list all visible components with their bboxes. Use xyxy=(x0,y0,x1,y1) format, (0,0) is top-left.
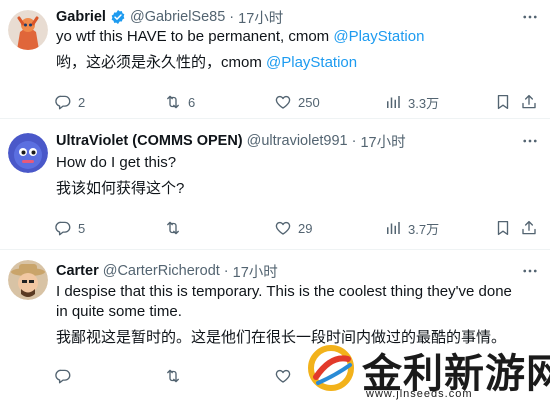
user-handle[interactable]: @ultraviolet991 xyxy=(247,133,348,149)
like-icon xyxy=(274,93,292,111)
like-icon xyxy=(274,367,292,385)
tweet-header: Carter @CarterRicherodt · 17小时 xyxy=(56,261,278,281)
avatar[interactable] xyxy=(8,133,48,173)
mention-link[interactable]: @PlayStation xyxy=(266,54,357,71)
retweet-icon xyxy=(164,367,182,385)
share-icon xyxy=(520,93,538,111)
tweet-text-zh: 哟，这必须是永久性的，cmom xyxy=(56,54,267,71)
avatar[interactable] xyxy=(8,260,48,300)
bookmark-icon xyxy=(494,93,512,111)
more-icon[interactable] xyxy=(520,261,540,281)
reply-button[interactable]: 2 xyxy=(54,92,85,112)
site-watermark: 金利新游网 www.jlnseeds.com xyxy=(300,333,550,405)
avatar[interactable] xyxy=(8,10,48,50)
tweet-text-en: How do I get this? xyxy=(56,154,177,171)
separator-dot: · xyxy=(351,133,357,149)
reply-icon xyxy=(54,219,72,237)
like-icon xyxy=(274,219,292,237)
more-icon[interactable] xyxy=(520,131,540,151)
watermark-logo-icon xyxy=(306,343,356,393)
reply-count: 5 xyxy=(78,220,86,236)
tweet-ultraviolet[interactable]: UltraViolet (COMMS OPEN) @ultraviolet991… xyxy=(0,119,550,250)
action-bar: 2 6 250 3.3万 xyxy=(54,92,534,112)
watermark-url: www.jlnseeds.com xyxy=(366,388,473,400)
like-button[interactable]: 250 xyxy=(274,92,320,112)
share-button[interactable] xyxy=(520,92,538,112)
reply-icon xyxy=(54,93,72,111)
like-count: 29 xyxy=(298,220,313,236)
retweet-icon xyxy=(164,219,182,237)
views-icon xyxy=(384,93,402,111)
display-name[interactable]: Carter xyxy=(56,263,99,279)
views-icon xyxy=(384,219,402,237)
share-icon xyxy=(520,219,538,237)
timestamp[interactable]: 17小时 xyxy=(233,261,278,282)
tweet-header: UltraViolet (COMMS OPEN) @ultraviolet991… xyxy=(56,131,406,151)
retweet-button[interactable] xyxy=(164,366,182,386)
verified-badge-icon xyxy=(110,9,126,25)
like-button[interactable]: 29 xyxy=(274,218,312,238)
view-count: 3.3万 xyxy=(408,95,440,111)
display-name[interactable]: Gabriel xyxy=(56,9,106,25)
more-icon[interactable] xyxy=(520,7,540,27)
action-bar: 5 29 3.7万 xyxy=(54,218,534,238)
timestamp[interactable]: 17小时 xyxy=(238,7,283,28)
user-handle[interactable]: @GabrielSe85 xyxy=(130,9,225,25)
tweet-text-en: yo wtf this HAVE to be permanent, cmom xyxy=(56,28,334,45)
views-button[interactable]: 3.7万 xyxy=(384,218,439,238)
user-handle[interactable]: @CarterRicherodt xyxy=(103,263,220,279)
tweet-gabriel[interactable]: Gabriel @GabrielSe85 · 17小时 yo wtf this … xyxy=(0,0,550,119)
tweet-text: yo wtf this HAVE to be permanent, cmom @… xyxy=(56,27,424,47)
retweet-count: 6 xyxy=(188,94,196,110)
like-button[interactable] xyxy=(274,366,292,386)
reply-count: 2 xyxy=(78,94,86,110)
tweet-text-en: I despise that this is temporary. This i… xyxy=(56,283,512,320)
reply-button[interactable] xyxy=(54,366,72,386)
view-count: 3.7万 xyxy=(408,221,440,237)
timestamp[interactable]: 17小时 xyxy=(360,131,405,152)
separator-dot: · xyxy=(229,9,235,25)
bookmark-icon xyxy=(494,219,512,237)
reply-icon xyxy=(54,367,72,385)
like-count: 250 xyxy=(298,94,320,110)
mention-link[interactable]: @PlayStation xyxy=(333,28,424,45)
tweet-text-zh: 我该如何获得这个? xyxy=(56,180,185,197)
bookmark-button[interactable] xyxy=(494,92,512,112)
retweet-button[interactable] xyxy=(164,218,188,238)
tweet-translation: 哟，这必须是永久性的，cmom @PlayStation xyxy=(56,53,357,73)
retweet-button[interactable]: 6 xyxy=(164,92,195,112)
bookmark-button[interactable] xyxy=(494,218,512,238)
reply-button[interactable]: 5 xyxy=(54,218,85,238)
display-name[interactable]: UltraViolet (COMMS OPEN) xyxy=(56,133,243,149)
separator-dot: · xyxy=(223,263,229,279)
share-button[interactable] xyxy=(520,218,538,238)
views-button[interactable]: 3.3万 xyxy=(384,92,439,112)
tweet-header: Gabriel @GabrielSe85 · 17小时 xyxy=(56,7,283,27)
retweet-icon xyxy=(164,93,182,111)
